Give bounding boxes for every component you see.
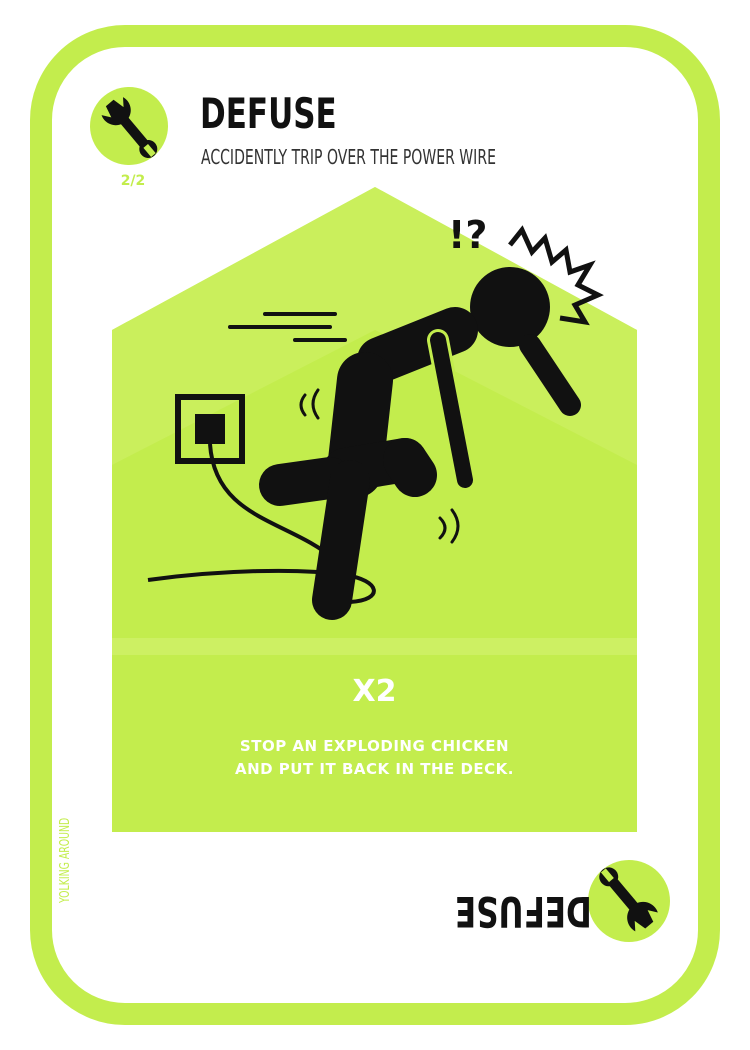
rule-box: X2 STOP AN EXPLODING CHICKEN AND PUT IT … [112,655,637,832]
rule-line: STOP AN EXPLODING CHICKEN [239,737,510,755]
panel-band [112,638,637,655]
wrench-icon [599,867,658,932]
credit-text: YOLKING AROUND [58,817,73,903]
card-title-inverted: DEFUSE [455,887,592,936]
wrench-badge-bottom [588,860,670,942]
rule-text: STOP AN EXPLODING CHICKEN AND PUT IT BAC… [112,735,637,781]
rule-line: AND PUT IT BACK IN THE DECK. [234,760,515,778]
multiplier: X2 [352,674,397,709]
exclamation-mark: !? [448,213,487,257]
